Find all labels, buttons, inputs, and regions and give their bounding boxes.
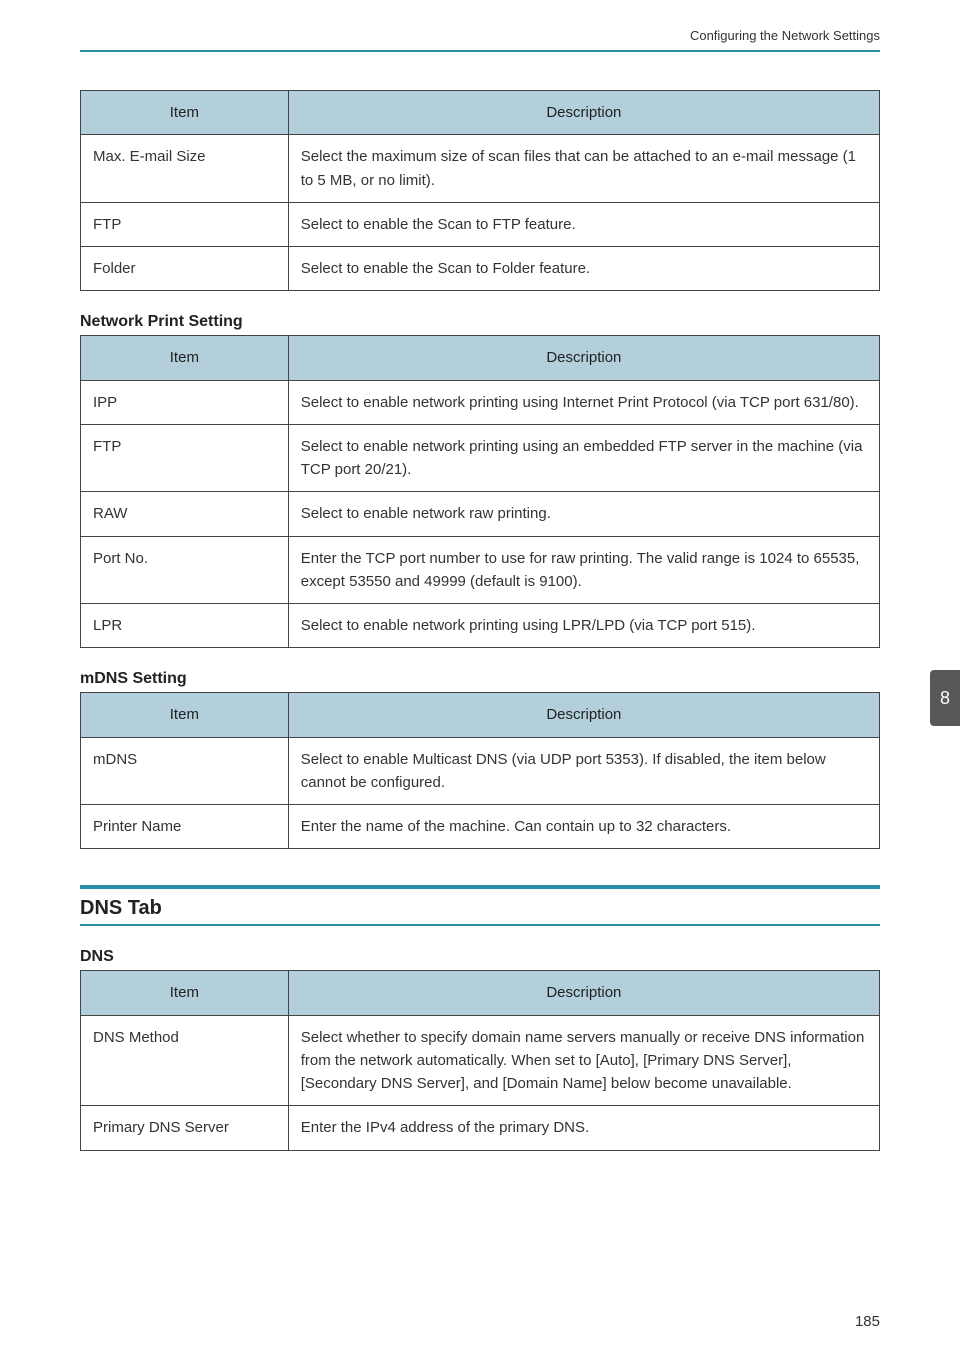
table-row: FTP Select to enable the Scan to FTP fea… — [81, 202, 880, 246]
cell-item: Printer Name — [81, 805, 289, 849]
section-title-mdns: mDNS Setting — [80, 670, 880, 688]
table-dns: Item Description DNS Method Select wheth… — [80, 970, 880, 1150]
cell-desc: Select to enable network printing using … — [288, 604, 879, 648]
cell-desc: Select to enable the Scan to FTP feature… — [288, 202, 879, 246]
col-desc: Description — [288, 971, 879, 1015]
table-row: DNS Method Select whether to specify dom… — [81, 1015, 880, 1106]
col-item: Item — [81, 693, 289, 737]
col-desc: Description — [288, 336, 879, 380]
table-row: mDNS Select to enable Multicast DNS (via… — [81, 737, 880, 805]
cell-desc: Select to enable network raw printing. — [288, 492, 879, 536]
heading-rule-bottom — [80, 924, 880, 926]
cell-item: LPR — [81, 604, 289, 648]
heading-rule-top — [80, 885, 880, 889]
table-row: FTP Select to enable network printing us… — [81, 424, 880, 492]
cell-item: Port No. — [81, 536, 289, 604]
cell-item: IPP — [81, 380, 289, 424]
cell-desc: Enter the IPv4 address of the primary DN… — [288, 1106, 879, 1150]
table-row: Port No. Enter the TCP port number to us… — [81, 536, 880, 604]
table-header-row: Item Description — [81, 971, 880, 1015]
col-item: Item — [81, 91, 289, 135]
cell-desc: Select the maximum size of scan files th… — [288, 135, 879, 203]
cell-desc: Enter the TCP port number to use for raw… — [288, 536, 879, 604]
cell-item: DNS Method — [81, 1015, 289, 1106]
table-row: Max. E-mail Size Select the maximum size… — [81, 135, 880, 203]
cell-item: FTP — [81, 424, 289, 492]
table-mdns: Item Description mDNS Select to enable M… — [80, 692, 880, 849]
cell-item: RAW — [81, 492, 289, 536]
cell-item: FTP — [81, 202, 289, 246]
heading-dns-tab-wrap: DNS Tab — [80, 885, 880, 926]
table-row: RAW Select to enable network raw printin… — [81, 492, 880, 536]
cell-desc: Enter the name of the machine. Can conta… — [288, 805, 879, 849]
cell-item: Primary DNS Server — [81, 1106, 289, 1150]
table-row: Primary DNS Server Enter the IPv4 addres… — [81, 1106, 880, 1150]
table-header-row: Item Description — [81, 336, 880, 380]
running-header-title: Configuring the Network Settings — [690, 28, 880, 43]
cell-desc: Select to enable the Scan to Folder feat… — [288, 247, 879, 291]
col-item: Item — [81, 971, 289, 1015]
cell-desc: Select to enable network printing using … — [288, 380, 879, 424]
table-row: Printer Name Enter the name of the machi… — [81, 805, 880, 849]
document-page: Configuring the Network Settings Item De… — [0, 0, 960, 1360]
header-rule — [80, 50, 880, 52]
section-title-network-print: Network Print Setting — [80, 313, 880, 331]
cell-item: Max. E-mail Size — [81, 135, 289, 203]
table-header-row: Item Description — [81, 91, 880, 135]
col-desc: Description — [288, 693, 879, 737]
heading-dns-tab: DNS Tab — [80, 897, 880, 920]
table-row: Folder Select to enable the Scan to Fold… — [81, 247, 880, 291]
table-row: IPP Select to enable network printing us… — [81, 380, 880, 424]
chapter-number: 8 — [940, 688, 950, 709]
table-header-row: Item Description — [81, 693, 880, 737]
page-number: 185 — [855, 1313, 880, 1330]
cell-desc: Select to enable Multicast DNS (via UDP … — [288, 737, 879, 805]
section-title-dns: DNS — [80, 948, 880, 966]
col-desc: Description — [288, 91, 879, 135]
chapter-tab: 8 — [930, 670, 960, 726]
cell-desc: Select whether to specify domain name se… — [288, 1015, 879, 1106]
table-scan-settings: Item Description Max. E-mail Size Select… — [80, 90, 880, 291]
table-network-print: Item Description IPP Select to enable ne… — [80, 335, 880, 648]
table-row: LPR Select to enable network printing us… — [81, 604, 880, 648]
cell-desc: Select to enable network printing using … — [288, 424, 879, 492]
cell-item: mDNS — [81, 737, 289, 805]
col-item: Item — [81, 336, 289, 380]
cell-item: Folder — [81, 247, 289, 291]
page-content: Item Description Max. E-mail Size Select… — [80, 90, 880, 1151]
